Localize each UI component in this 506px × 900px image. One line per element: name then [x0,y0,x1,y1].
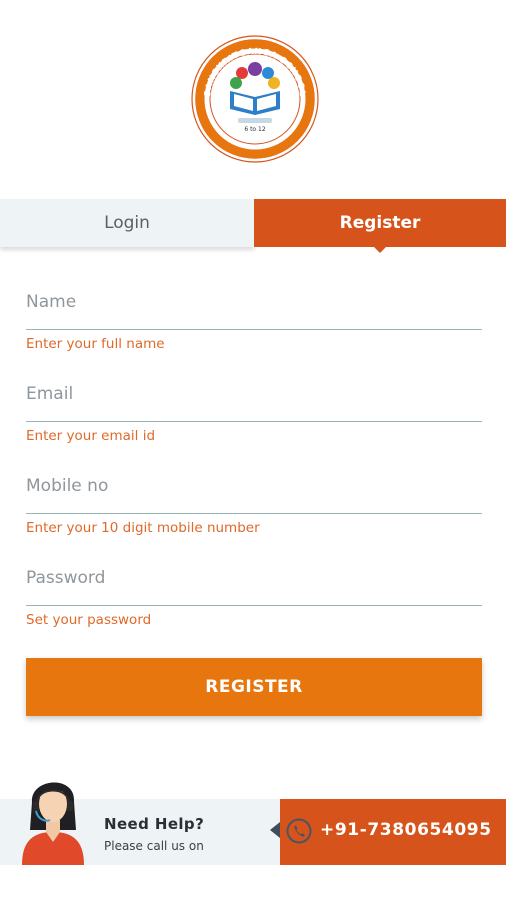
name-hint: Enter your full name [26,336,165,352]
support-agent-avatar [18,768,88,865]
email-label: Email [26,384,74,404]
logo-grades: 6 to 12 [244,126,265,133]
password-underline [26,605,482,606]
need-help-subtitle: Please call us on [104,839,204,853]
name-field[interactable]: Name Enter your full name [26,280,482,372]
active-tab-indicator [374,247,386,253]
mobile-label: Mobile no [26,476,109,496]
name-underline [26,329,482,330]
password-label: Password [26,568,106,588]
phone-icon[interactable] [286,818,312,844]
password-hint: Set your password [26,612,152,628]
tab-login[interactable]: Login [0,199,254,247]
tab-register-label: Register [339,213,421,233]
mobile-field[interactable]: Mobile no Enter your 10 digit mobile num… [26,464,482,556]
auth-tabs: Login Register [0,199,506,253]
tab-register[interactable]: Register [254,199,506,253]
register-form: Name Enter your full name Email Enter yo… [26,280,482,648]
school-logo: 6 to 12 SANSKRITGANGA SCHOOL [190,33,320,165]
password-field[interactable]: Password Set your password [26,556,482,648]
help-pointer [270,822,280,838]
name-label: Name [26,292,77,312]
mobile-underline [26,513,482,514]
help-phone-number[interactable]: +91-7380654095 [320,820,492,840]
mobile-hint: Enter your 10 digit mobile number [26,520,260,536]
need-help-title: Need Help? [104,815,205,833]
email-underline [26,421,482,422]
register-button[interactable]: REGISTER [26,658,482,716]
email-hint: Enter your email id [26,428,156,444]
email-field[interactable]: Email Enter your email id [26,372,482,464]
tab-login-label: Login [104,213,150,233]
